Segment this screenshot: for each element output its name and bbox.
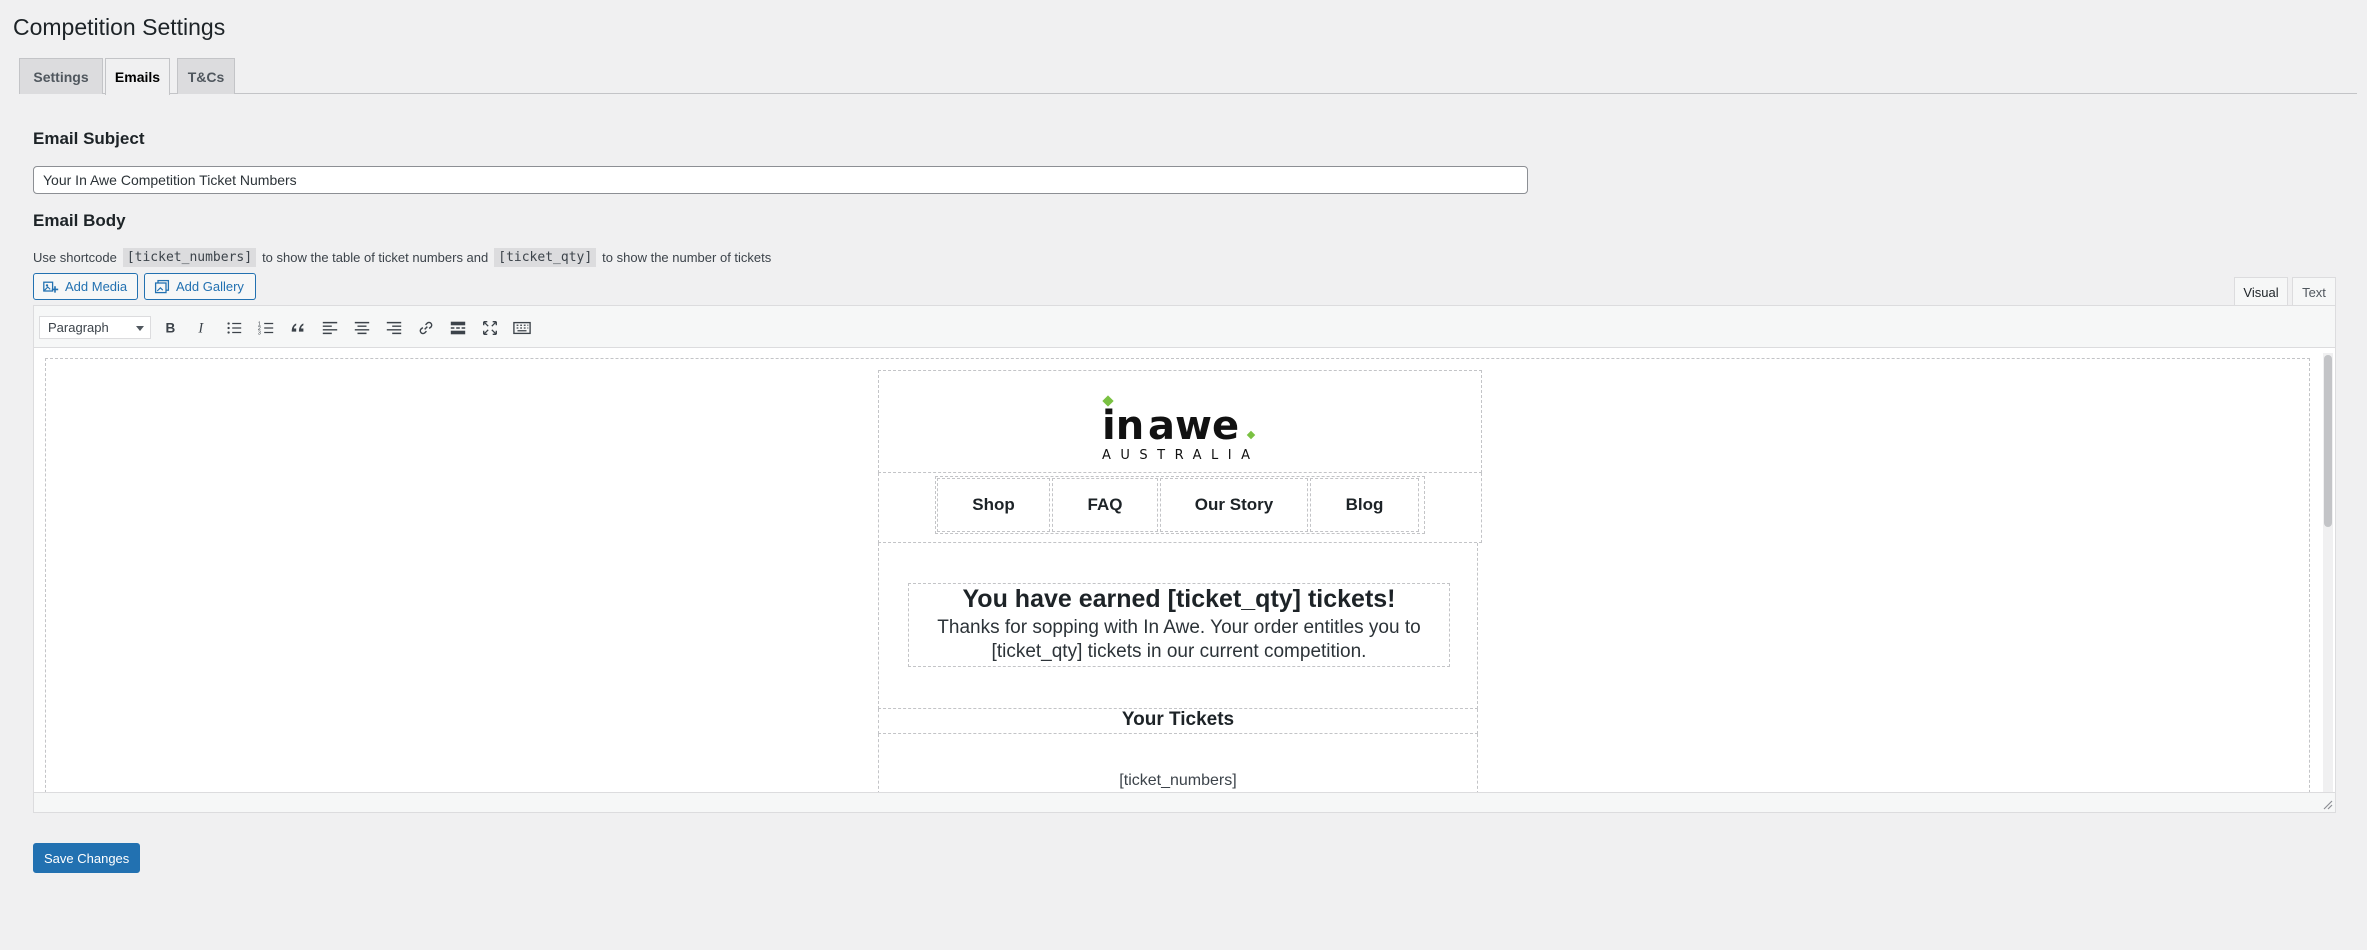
svg-text:B: B (166, 321, 176, 336)
align-center-icon (354, 321, 370, 335)
bulleted-list-icon (227, 322, 242, 334)
insert-link-button[interactable] (414, 316, 438, 340)
email-nav-row: Shop FAQ Our Story Blog (878, 473, 1482, 543)
editor-toolbar: Paragraph B I 1 2 3 (34, 306, 2335, 348)
align-right-icon (386, 321, 402, 335)
read-more-button[interactable] (446, 316, 470, 340)
email-template: in awe AUSTRALIA Shop FAQ Our Story Blog… (878, 370, 1482, 794)
align-center-button[interactable] (350, 316, 374, 340)
bold-button[interactable]: B (158, 316, 182, 340)
editor-scrollbar[interactable] (2323, 353, 2333, 793)
add-media-label: Add Media (65, 279, 128, 294)
hero-box: You have earned [ticket_qty] tickets! Th… (908, 583, 1450, 667)
email-nav: Shop FAQ Our Story Blog (935, 476, 1425, 534)
format-select[interactable]: Paragraph (39, 316, 151, 339)
nav-link-shop[interactable]: Shop (937, 478, 1050, 532)
editor-canvas[interactable]: in awe AUSTRALIA Shop FAQ Our Story Blog… (34, 349, 2335, 794)
shortcode-help: Use shortcode [ticket_numbers] to show t… (33, 248, 771, 267)
visual-tab[interactable]: Visual (2234, 277, 2288, 306)
logo-word-awe: awe (1148, 403, 1239, 449)
tickets-section: [ticket_numbers] (878, 734, 1478, 794)
quote-icon (291, 323, 304, 332)
italic-icon: I (197, 321, 204, 337)
logo-subtext: AUSTRALIA (1102, 448, 1258, 463)
fullscreen-icon (483, 321, 497, 335)
tickets-heading: Your Tickets (878, 709, 1478, 734)
add-media-button[interactable]: Add Media (33, 273, 138, 300)
bulleted-list-button[interactable] (222, 316, 246, 340)
help-suffix: to show the number of tickets (602, 250, 772, 265)
text-tab[interactable]: Text (2292, 277, 2336, 306)
align-right-button[interactable] (382, 316, 406, 340)
scrollbar-thumb[interactable] (2324, 355, 2332, 527)
bold-icon: B (166, 321, 176, 336)
editor-status-bar (34, 792, 2335, 812)
tab-settings[interactable]: Settings (19, 58, 103, 94)
ticket-numbers-code: [ticket_numbers] (122, 248, 257, 267)
toolbar-toggle-button[interactable] (510, 316, 534, 340)
email-body-editor: Paragraph B I 1 2 3 in awe AUSTRALIA Sho… (33, 305, 2336, 813)
resize-handle-icon[interactable] (2321, 798, 2333, 810)
hero-text: Thanks for sopping with In Awe. Your ord… (937, 617, 1421, 662)
numbered-list-icon: 1 2 3 (258, 321, 274, 336)
add-media-icon (43, 281, 59, 293)
nav-link-faq[interactable]: FAQ (1052, 478, 1158, 532)
format-select-value: Paragraph (48, 320, 109, 335)
add-gallery-label: Add Gallery (176, 279, 244, 294)
nav-link-blog[interactable]: Blog (1310, 478, 1419, 532)
fullscreen-button[interactable] (478, 316, 502, 340)
tickets-shortcode: [ticket_numbers] (1119, 772, 1237, 789)
numbered-list-button[interactable]: 1 2 3 (254, 316, 278, 340)
hero-section: You have earned [ticket_qty] tickets! Th… (878, 543, 1478, 709)
align-left-icon (322, 321, 338, 335)
link-icon (419, 321, 433, 335)
email-subject-heading: Email Subject (33, 129, 145, 148)
help-middle: to show the table of ticket numbers and (262, 250, 489, 265)
email-header: in awe AUSTRALIA (878, 370, 1482, 473)
gallery-icon (154, 279, 170, 293)
tab-tcs[interactable]: T&Cs (177, 58, 235, 94)
ticket-qty-code: [ticket_qty] (494, 248, 597, 267)
svg-text:3: 3 (258, 330, 261, 336)
email-subject-input[interactable] (33, 166, 1528, 194)
chevron-down-icon (136, 326, 144, 331)
hero-title: You have earned [ticket_qty] tickets! (962, 585, 1396, 613)
add-gallery-button[interactable]: Add Gallery (144, 273, 256, 300)
keyboard-icon (513, 321, 531, 335)
email-body-heading: Email Body (33, 211, 126, 230)
settings-tabs: Settings Emails T&Cs (19, 58, 2357, 95)
read-more-icon (450, 321, 466, 335)
blockquote-button[interactable] (286, 316, 310, 340)
align-left-button[interactable] (318, 316, 342, 340)
in-awe-logo: in awe AUSTRALIA (1102, 395, 1258, 463)
svg-text:I: I (197, 321, 204, 337)
logo-word-in: in (1102, 403, 1144, 449)
tab-emails[interactable]: Emails (105, 58, 170, 95)
italic-button[interactable]: I (190, 316, 214, 340)
nav-link-our-story[interactable]: Our Story (1160, 478, 1308, 532)
page-title: Competition Settings (13, 14, 226, 40)
help-prefix: Use shortcode (33, 250, 117, 265)
save-changes-button[interactable]: Save Changes (33, 843, 141, 873)
